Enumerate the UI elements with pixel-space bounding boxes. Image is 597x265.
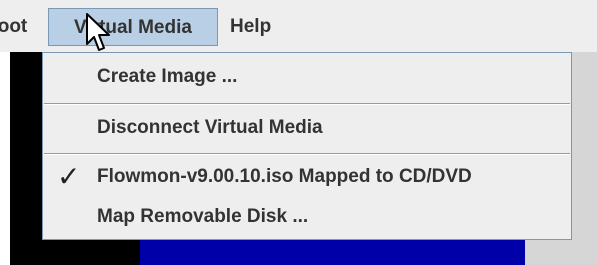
menu-item-create-image[interactable]: Create Image ...: [43, 57, 571, 97]
menu-separator: [44, 103, 570, 105]
menu-virtual-media[interactable]: Virtual Media: [48, 8, 218, 46]
virtual-media-dropdown: Create Image ... Disconnect Virtual Medi…: [42, 52, 572, 240]
menu-help[interactable]: Help: [230, 8, 290, 46]
menu-item-label: Create Image ...: [97, 66, 238, 87]
menu-item-label: Disconnect Virtual Media: [97, 117, 323, 138]
arrow-cursor-icon: [86, 13, 110, 51]
menu-item-label: Map Removable Disk ...: [97, 206, 309, 227]
menu-item-flowmon-iso-mapped[interactable]: ✓ Flowmon-v9.00.10.iso Mapped to CD/DVD: [43, 157, 571, 197]
menu-item-label: Flowmon-v9.00.10.iso Mapped to CD/DVD: [97, 166, 472, 187]
menu-item-disconnect-virtual-media[interactable]: Disconnect Virtual Media: [43, 108, 571, 148]
menu-item-map-removable-disk[interactable]: Map Removable Disk ...: [43, 197, 571, 237]
checkmark-icon: ✓: [57, 161, 81, 192]
menu-boot[interactable]: Boot: [0, 8, 44, 46]
menu-separator: [44, 153, 570, 155]
